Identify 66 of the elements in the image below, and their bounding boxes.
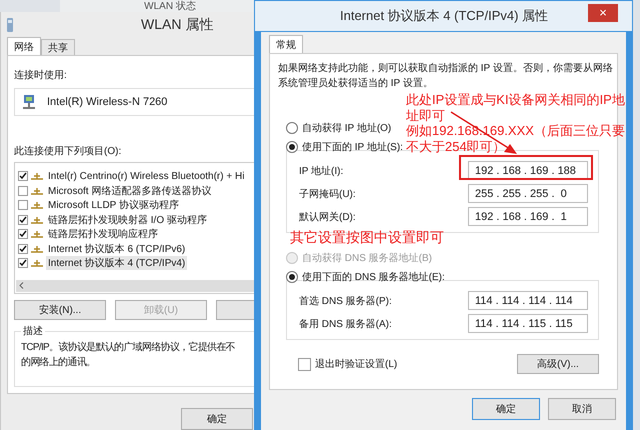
window-title: WLAN 属性 — [141, 16, 214, 34]
description-text: TCP/IP。该协议是默认的广域网络协议，它提供在不 — [21, 340, 236, 355]
checkbox[interactable] — [18, 214, 28, 225]
protocol-icon — [31, 259, 43, 268]
list-item[interactable]: Microsoft 网络适配器多路传送器协议 — [46, 184, 214, 198]
intro-text: 如果网络支持此功能，则可以获取自动指派的 IP 设置。否则，你需要从网络 — [278, 62, 613, 76]
window-title: WLAN 状态 — [144, 0, 196, 12]
protocol-icon — [31, 244, 43, 253]
list-item[interactable]: Internet 协议版本 6 (TCP/IPv6) — [46, 242, 188, 256]
adapter-name: Intel(R) Wireless-N 7260 — [47, 96, 168, 108]
checkbox[interactable] — [18, 171, 28, 182]
protocol-icon — [31, 216, 43, 224]
list-item[interactable]: Microsoft LLDP 协议驱动程序 — [46, 198, 181, 212]
network-adapter-icon — [21, 94, 37, 110]
checkbox[interactable] — [18, 200, 28, 210]
annotation-text: 不大于254即可） — [406, 138, 506, 154]
checkbox[interactable] — [18, 258, 28, 268]
close-button[interactable]: × — [588, 4, 618, 22]
tab[interactable]: 常规 — [269, 35, 303, 53]
action-button[interactable]: 安装(N)... — [14, 300, 106, 320]
dialog-button[interactable]: 取消 — [548, 398, 616, 420]
ip-address-field[interactable]: 114 . 114 . 114 . 114 — [468, 291, 588, 310]
checkbox[interactable] — [298, 358, 311, 370]
protocol-icon — [31, 230, 43, 238]
advanced-button[interactable]: 高级(V)... — [517, 354, 599, 374]
ip-address-field[interactable]: 192 . 168 . 169 . 1 — [468, 207, 588, 226]
field-label: 此连接使用下列项目(O): — [14, 144, 122, 158]
annotation-text: 此处IP设置成与KI设备网关相同的IP地 — [406, 92, 625, 108]
list-item[interactable]: 链路层拓扑发现响应程序 — [46, 227, 160, 242]
field-label: 备用 DNS 服务器(A): — [299, 318, 392, 330]
protocol-icon — [31, 201, 43, 210]
field-label: 子网掩码(U): — [299, 188, 356, 200]
field-label: 默认网关(D): — [299, 210, 356, 224]
protocol-icon — [31, 186, 43, 195]
annotation-text: 址即可 — [406, 108, 445, 123]
radio-label: 自动获得 DNS 服务器地址(B) — [302, 252, 432, 264]
checkbox-label: 退出时验证设置(L) — [315, 358, 398, 371]
radio-button[interactable] — [286, 270, 298, 282]
field-label: 连接时使用: — [14, 68, 67, 82]
scroll-left-icon[interactable] — [19, 282, 24, 289]
list-item[interactable]: Internet 协议版本 4 (TCP/IPv4) — [46, 256, 188, 270]
ip-address-field[interactable]: 114 . 114 . 115 . 115 — [468, 314, 588, 333]
network-adapter-icon — [5, 18, 15, 32]
field-label: 首选 DNS 服务器(P): — [299, 294, 392, 308]
list-item[interactable]: 链路层拓扑发现映射器 I/O 驱动程序 — [46, 212, 209, 227]
radio-label: 使用下面的 IP 地址(S): — [302, 140, 403, 154]
radio-label: 使用下面的 DNS 服务器地址(E): — [302, 270, 445, 284]
checkbox[interactable] — [18, 186, 28, 196]
annotation-text: 其它设置按图中设置即可 — [290, 229, 444, 247]
list-item[interactable]: Intel(r) Centrino(r) Wireless Bluetooth(r) + Hi — [46, 170, 246, 182]
group-title: 描述 — [22, 324, 44, 338]
window-title: Internet 协议版本 4 (TCP/IPv4) 属性 — [340, 7, 548, 25]
radio-button[interactable] — [286, 140, 298, 152]
ip-address-field[interactable]: 255 . 255 . 255 . 0 — [468, 184, 588, 203]
description-text: 的网络上的通讯。 — [21, 356, 96, 370]
radio-label: 自动获得 IP 地址(O) — [302, 122, 392, 134]
radio-button[interactable] — [286, 122, 298, 134]
tab[interactable]: 网络 — [7, 37, 41, 55]
checkbox[interactable] — [18, 229, 28, 240]
intro-text: 系统管理员处获得适当的 IP 设置。 — [278, 76, 433, 91]
protocol-icon — [31, 172, 43, 180]
dialog-button[interactable]: 确定 — [472, 398, 540, 420]
ok-button[interactable]: 确定 — [181, 408, 253, 430]
field-label: IP 地址(I): — [299, 164, 344, 178]
checkbox[interactable] — [18, 244, 28, 254]
tab[interactable]: 共享 — [41, 39, 75, 55]
